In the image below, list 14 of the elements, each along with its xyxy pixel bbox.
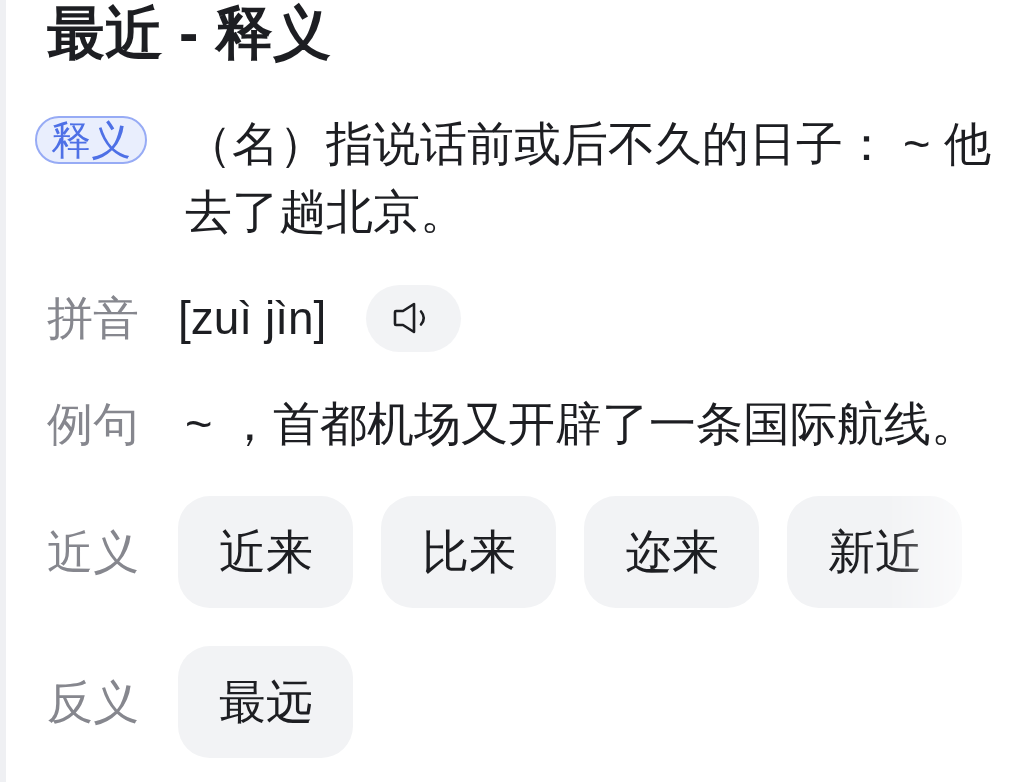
pinyin-text: [zuì jìn] <box>178 291 327 346</box>
page-title: 最近 - 释义 <box>46 0 332 66</box>
example-label: 例句 <box>46 397 139 452</box>
antonym-label: 反义 <box>46 675 139 730</box>
definition-text: （名）指说话前或后不久的日子： ~ 他去了趟北京。 <box>185 116 992 240</box>
antonym-chip[interactable]: 最远 <box>178 646 353 758</box>
synonym-chip[interactable]: 迩来 <box>584 496 759 608</box>
synonym-label: 近义 <box>46 525 139 580</box>
pinyin-label: 拼音 <box>46 291 139 346</box>
definition-badge: 释义 <box>35 116 147 164</box>
example-sentence: ~ ，首都机场又开辟了一条国际航线。 <box>185 396 979 452</box>
synonym-chip[interactable]: 新近 <box>787 496 962 608</box>
synonym-chip[interactable]: 比来 <box>381 496 556 608</box>
synonym-chip[interactable]: 近来 <box>178 496 353 608</box>
